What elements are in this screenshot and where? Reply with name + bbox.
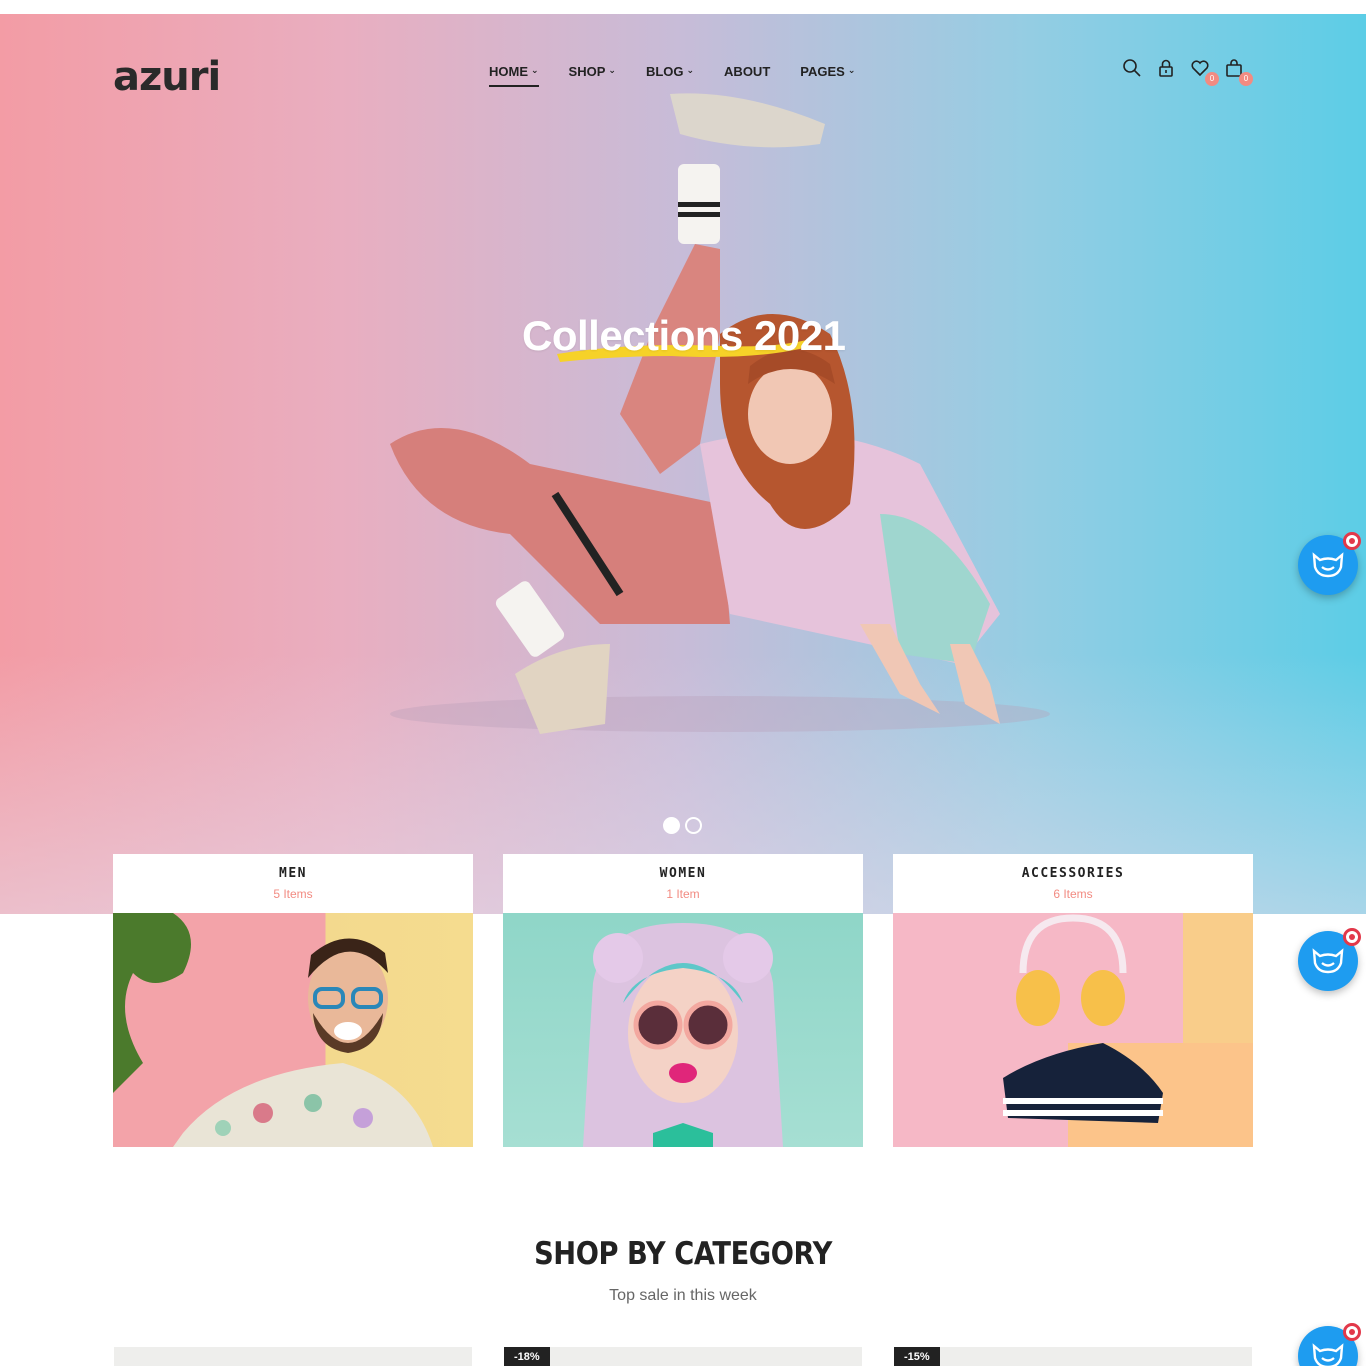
chevron-down-icon: ⌄ <box>531 65 539 75</box>
product-card[interactable]: -15% <box>894 1347 1252 1366</box>
cat-face-icon <box>1312 1343 1344 1366</box>
category-count: 1 Item <box>666 887 700 901</box>
nav-about-label: ABOUT <box>724 64 771 79</box>
nav-pages-label: PAGES <box>800 64 845 79</box>
logo[interactable]: azuri <box>113 54 221 100</box>
product-card[interactable] <box>114 1347 472 1366</box>
hero-title: Collections 2021 <box>522 312 846 359</box>
category-count: 6 Items <box>1053 887 1093 901</box>
category-name: MEN <box>279 866 307 881</box>
lock-icon[interactable] <box>1156 58 1176 80</box>
nav-shop-label: SHOP <box>568 64 606 79</box>
hero-banner: azuri HOME ⌄ SHOP ⌄ BLOG ⌄ ABOUT PAGES ⌄ <box>0 14 1366 914</box>
cat-face-icon <box>1312 948 1344 974</box>
category-card-men[interactable]: MEN 5 Items <box>113 854 473 1147</box>
wishlist-count-badge: 0 <box>1205 72 1219 86</box>
nav-blog[interactable]: BLOG ⌄ <box>646 64 694 85</box>
cart-count-badge: 0 <box>1239 72 1253 86</box>
category-header: MEN 5 Items <box>113 854 473 913</box>
chevron-down-icon: ⌄ <box>847 65 856 75</box>
slider-dots <box>663 817 702 834</box>
category-header: ACCESSORIES 6 Items <box>893 854 1253 913</box>
nav-pages[interactable]: PAGES ⌄ <box>800 64 855 85</box>
slider-dot-1[interactable] <box>663 817 680 834</box>
category-image-accessories <box>893 913 1253 1147</box>
nav-shop[interactable]: SHOP ⌄ <box>569 64 616 85</box>
header-icons: 0 0 <box>1122 58 1253 86</box>
sale-badge: -15% <box>894 1347 940 1366</box>
category-name: WOMEN <box>659 866 707 881</box>
chat-button[interactable] <box>1298 928 1361 991</box>
slider-dot-2[interactable] <box>685 817 702 834</box>
notification-dot <box>1343 1323 1361 1341</box>
wishlist-button[interactable]: 0 <box>1190 58 1219 86</box>
nav-blog-label: BLOG <box>645 64 684 79</box>
notification-dot <box>1343 928 1361 946</box>
chat-button[interactable] <box>1298 532 1361 595</box>
category-card-women[interactable]: WOMEN 1 Item <box>503 854 863 1147</box>
product-card[interactable]: -18% <box>504 1347 862 1366</box>
cart-button[interactable]: 0 <box>1224 58 1253 86</box>
nav-about[interactable]: ABOUT <box>724 64 770 85</box>
hero-model-image <box>390 93 1050 734</box>
category-image-women <box>503 913 863 1147</box>
category-count: 5 Items <box>273 887 313 901</box>
chat-button[interactable] <box>1298 1323 1361 1366</box>
chevron-down-icon: ⌄ <box>608 65 616 75</box>
nav-home[interactable]: HOME ⌄ <box>489 64 539 87</box>
search-icon[interactable] <box>1122 58 1142 80</box>
main-nav: HOME ⌄ SHOP ⌄ BLOG ⌄ ABOUT PAGES ⌄ <box>489 64 855 87</box>
category-header: WOMEN 1 Item <box>503 854 863 913</box>
category-card-accessories[interactable]: ACCESSORIES 6 Items <box>893 854 1253 1147</box>
category-image-men <box>113 913 473 1147</box>
cat-face-icon <box>1312 552 1344 578</box>
section-title: SHOP BY CATEGORY <box>534 1236 832 1272</box>
category-name: ACCESSORIES <box>1021 866 1125 881</box>
section-subtitle: Top sale in this week <box>609 1287 757 1304</box>
chevron-down-icon: ⌄ <box>686 65 695 75</box>
nav-home-label: HOME <box>489 64 528 79</box>
sale-badge: -18% <box>504 1347 550 1366</box>
notification-dot <box>1343 532 1361 550</box>
